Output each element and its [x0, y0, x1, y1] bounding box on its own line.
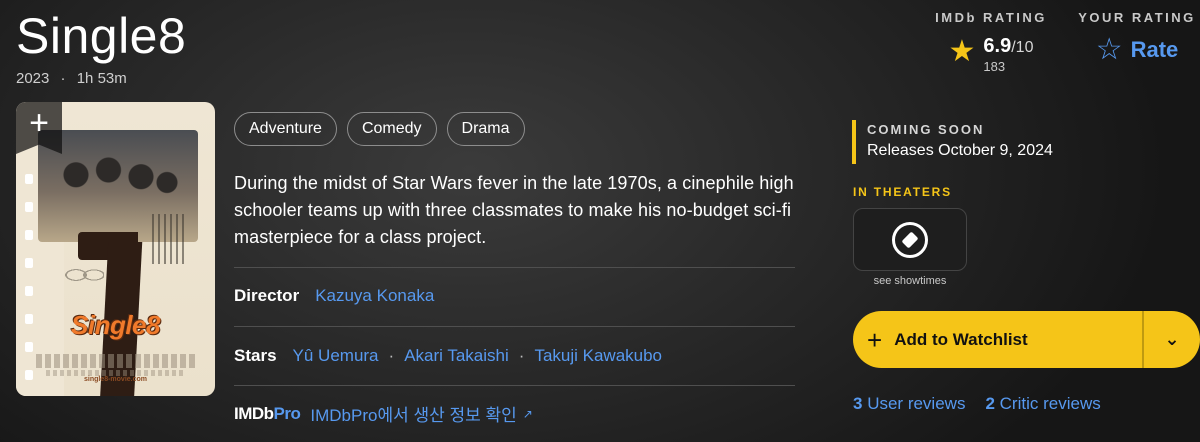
poster-url: single8-movie.com — [83, 376, 148, 383]
rate-button[interactable]: ☆ Rate — [1076, 35, 1198, 65]
poster-tagline — [152, 214, 188, 264]
star-icon: ★ — [948, 35, 976, 68]
poster-credits — [36, 354, 196, 368]
your-rating-block[interactable]: YOUR RATING ☆ Rate — [1076, 10, 1198, 65]
ticket-icon — [892, 221, 928, 258]
stars-label[interactable]: Stars — [234, 346, 277, 366]
star-link[interactable]: Yû Uemura — [293, 346, 379, 366]
plot-summary: During the midst of Star Wars fever in t… — [234, 173, 794, 247]
watchlist-dropdown-button[interactable]: ⌄ — [1142, 311, 1200, 368]
imdbpro-logo: IMDbPro — [234, 403, 301, 423]
imdbpro-link[interactable]: IMDbPro에서 생산 정보 확인 — [310, 401, 516, 426]
director-link[interactable]: Kazuya Konaka — [315, 286, 434, 306]
divider — [234, 267, 795, 268]
genre-chip[interactable]: Drama — [446, 112, 525, 146]
add-to-watchlist-button[interactable]: + Add to Watchlist — [853, 311, 1142, 368]
imdbpro-row[interactable]: IMDbPro IMDbPro에서 생산 정보 확인 ↗ — [234, 401, 533, 426]
director-row: Director Kazuya Konaka — [234, 286, 434, 306]
imdb-rating-block[interactable]: IMDb RATING ★ 6.9/10 183 — [932, 10, 1050, 75]
movie-meta: 2023 · 1h 53m — [16, 70, 127, 87]
runtime: 1h 53m — [76, 70, 127, 87]
showtimes-label[interactable]: see showtimes — [853, 275, 967, 287]
release-year[interactable]: 2023 — [16, 70, 49, 87]
star-link[interactable]: Takuji Kawakubo — [534, 346, 662, 366]
release-date: Releases October 9, 2024 — [867, 142, 1053, 159]
chevron-down-icon: ⌄ — [1164, 329, 1180, 349]
genre-chip[interactable]: Comedy — [346, 112, 437, 146]
in-theaters-label: IN THEATERS — [853, 185, 952, 199]
showtimes-button[interactable] — [853, 208, 967, 271]
divider — [234, 385, 795, 386]
star-link[interactable]: Akari Takaishi — [404, 346, 509, 366]
imdb-rating-label: IMDb RATING — [935, 10, 1047, 25]
genre-chip[interactable]: Adventure — [234, 112, 337, 146]
poster-title: Single8 — [71, 310, 160, 340]
meta-separator: · — [60, 70, 66, 87]
coming-soon-block: COMING SOON Releases October 9, 2024 — [852, 120, 1053, 164]
genre-chips: Adventure Comedy Drama — [234, 112, 525, 146]
star-separator: · — [388, 346, 395, 365]
movie-title: Single8 — [16, 8, 187, 64]
rating-score: 6.9 — [983, 35, 1012, 57]
star-separator: · — [518, 346, 525, 365]
director-label[interactable]: Director — [234, 286, 299, 306]
rating-max: /10 — [1011, 39, 1034, 56]
reviews-row: 3 User reviews 2 Critic reviews — [853, 394, 1101, 414]
add-to-watchlist-label: Add to Watchlist — [894, 329, 1028, 349]
user-reviews-link[interactable]: 3 User reviews — [853, 394, 965, 414]
star-outline-icon: ☆ — [1095, 33, 1123, 66]
rate-label: Rate — [1130, 37, 1179, 62]
rating-votes: 183 — [983, 59, 1006, 74]
stars-row: Stars Yû Uemura · Akari Takaishi · Takuj… — [234, 346, 662, 366]
poster-laurels-icon — [64, 260, 104, 290]
coming-soon-label: COMING SOON — [867, 122, 985, 137]
watchlist-button-group: + Add to Watchlist ⌄ — [853, 311, 1200, 368]
critic-reviews-link[interactable]: 2 Critic reviews — [985, 394, 1100, 414]
external-link-icon: ↗ — [522, 406, 533, 421]
your-rating-label: YOUR RATING — [1078, 10, 1196, 25]
plus-icon: + — [867, 324, 883, 355]
divider — [234, 326, 795, 327]
